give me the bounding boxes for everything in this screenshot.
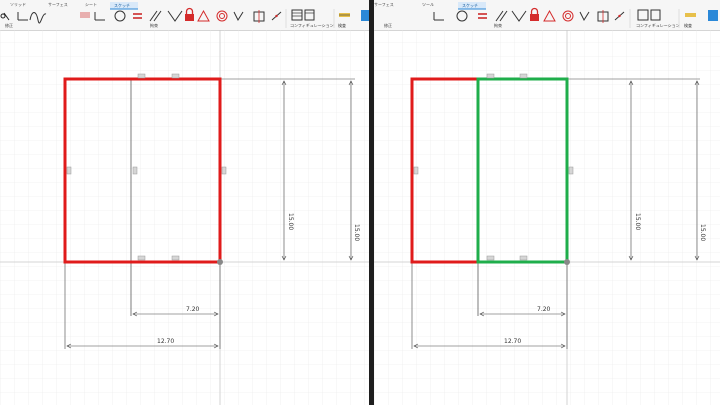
viewport-left[interactable]: ソリッド サーフェス シート スケッチ 修正 拘束 コンフィギュレーション 検査…: [0, 0, 369, 405]
origin-point: [564, 259, 570, 265]
configure-icon[interactable]: [637, 9, 661, 21]
circle-icon[interactable]: [114, 10, 126, 22]
svg-text:サーフェス: サーフェス: [374, 2, 394, 7]
constraint-glyph: [137, 255, 146, 261]
line-tool-icon[interactable]: [94, 12, 105, 21]
measure-icon[interactable]: [339, 13, 350, 17]
midpoint-icon[interactable]: [614, 11, 625, 21]
constraint-glyph: [137, 73, 146, 79]
sketch-canvas[interactable]: 15.00 15.00 7.20 12.70: [374, 30, 720, 405]
dimension-text-height-outer[interactable]: 15.00: [353, 224, 360, 241]
line-icon[interactable]: [17, 12, 28, 21]
svg-text:検査: 検査: [684, 22, 692, 28]
tab-sketch: スケッチ: [462, 2, 478, 8]
line-tool-icon[interactable]: [433, 12, 444, 21]
tab-surface: サーフェス: [48, 2, 68, 7]
viewport-right[interactable]: サーフェス ツール スケッチ 修正 拘束 コンフィギュレーション 検査 15.0…: [374, 0, 720, 405]
dimension-text-partial[interactable]: 7.20: [186, 306, 200, 313]
equal-icon[interactable]: [133, 13, 142, 19]
concentric-icon[interactable]: [216, 10, 228, 22]
tangent-icon[interactable]: [233, 11, 244, 22]
group-inspect: 検査: [338, 22, 346, 28]
svg-text:ツール: ツール: [422, 2, 434, 7]
lock-icon[interactable]: [530, 7, 539, 22]
constraint-glyph: [221, 166, 227, 175]
constraint-glyph: [66, 166, 72, 175]
dimension-text-total[interactable]: 12.70: [157, 338, 174, 345]
constraint-glyph: [171, 255, 180, 261]
dimension-text-total[interactable]: 12.70: [504, 338, 521, 345]
lock-icon[interactable]: [185, 7, 194, 22]
constraint-glyph: [132, 166, 138, 175]
svg-text:コンフィギュレーション: コンフィギュレーション: [636, 23, 680, 28]
concentric-icon[interactable]: [562, 10, 574, 22]
configure-icon[interactable]: [291, 9, 315, 21]
circle-icon[interactable]: [456, 10, 468, 22]
tab-solid: ソリッド: [10, 2, 26, 7]
scissors-icon[interactable]: [0, 12, 10, 21]
triangle-icon[interactable]: [543, 9, 556, 22]
extra-tool-icon: [708, 10, 718, 21]
group-constraints: 拘束: [150, 22, 158, 28]
dimension-text-height-inner[interactable]: 15.00: [287, 213, 294, 230]
svg-text:拘束: 拘束: [494, 22, 502, 28]
tab-sheet: シート: [85, 2, 97, 7]
measure-icon[interactable]: [685, 13, 696, 17]
ribbon-toolbar: サーフェス ツール スケッチ 修正 拘束 コンフィギュレーション 検査: [374, 0, 720, 31]
tab-sketch: スケッチ: [114, 2, 130, 8]
dimension-text-height-inner[interactable]: 15.00: [634, 213, 641, 230]
perpendicular-icon[interactable]: [167, 10, 183, 22]
group-modify: 修正: [5, 22, 13, 28]
dimension-text-partial[interactable]: 7.20: [537, 306, 551, 313]
parallel-icon[interactable]: [495, 10, 508, 22]
parallel-icon[interactable]: [149, 10, 162, 22]
equal-icon[interactable]: [478, 13, 487, 19]
sketch-canvas[interactable]: 15.00 15.00 7.20 12.70: [0, 30, 369, 405]
extra-tool-icon: [361, 10, 369, 21]
symmetry-icon[interactable]: [597, 10, 609, 23]
curve-icon[interactable]: [29, 12, 47, 24]
constraint-glyph: [171, 73, 180, 79]
group-configuration: コンフィギュレーション: [290, 23, 334, 28]
origin-point: [217, 259, 223, 265]
triangle-icon[interactable]: [197, 9, 210, 22]
svg-text:修正: 修正: [384, 22, 392, 28]
midpoint-icon[interactable]: [271, 11, 282, 21]
dimension-text-height-outer[interactable]: 15.00: [699, 224, 706, 241]
tangent-icon[interactable]: [579, 11, 590, 22]
ribbon-toolbar: ソリッド サーフェス シート スケッチ 修正 拘束 コンフィギュレーション 検査: [0, 0, 369, 31]
symmetry-icon[interactable]: [253, 10, 265, 23]
perpendicular-icon[interactable]: [511, 10, 527, 22]
